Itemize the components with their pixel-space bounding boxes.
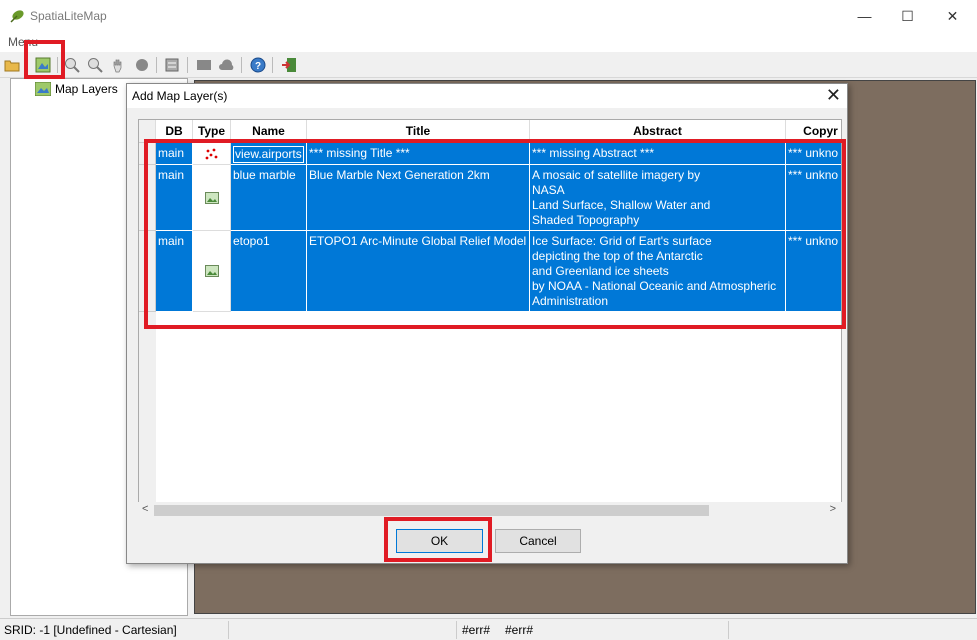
status-separator <box>456 621 457 639</box>
dialog-title-bar: Add Map Layer(s) ✕ <box>127 84 847 108</box>
dialog-close-button[interactable]: ✕ <box>826 85 841 106</box>
toolbar-separator <box>187 57 188 73</box>
pan-hand-icon[interactable] <box>109 56 127 74</box>
circle-icon[interactable] <box>133 56 151 74</box>
status-bar: SRID: -1 [Undefined - Cartesian] #err# #… <box>0 618 977 640</box>
close-window-button[interactable]: ✕ <box>930 0 975 32</box>
info-icon[interactable]: ? <box>249 56 267 74</box>
highlight-ok-button <box>384 517 492 562</box>
status-separator <box>728 621 729 639</box>
svg-text:?: ? <box>255 61 261 72</box>
scroll-left-arrow-icon[interactable]: < <box>142 503 148 515</box>
status-err-2: #err# <box>505 623 534 637</box>
scroll-right-arrow-icon[interactable]: > <box>830 503 836 515</box>
cancel-button[interactable]: Cancel <box>495 529 581 553</box>
tree-root-label: Map Layers <box>55 82 118 96</box>
cloud-icon[interactable] <box>218 56 236 74</box>
toolbar-separator <box>272 57 273 73</box>
settings-icon[interactable] <box>163 56 181 74</box>
toolbar-separator <box>156 57 157 73</box>
open-folder-icon[interactable] <box>3 56 21 74</box>
tree-root-map-layers[interactable]: Map Layers <box>35 82 118 96</box>
toolbar: ? <box>0 52 977 78</box>
grid-empty-area <box>139 312 156 502</box>
toolbar-separator <box>241 57 242 73</box>
exit-icon[interactable] <box>280 56 298 74</box>
maximize-button[interactable]: ☐ <box>885 0 930 32</box>
highlight-add-layer-button <box>24 40 65 79</box>
zoom-out-icon[interactable] <box>86 56 104 74</box>
srid-status: SRID: -1 [Undefined - Cartesian] <box>4 623 177 637</box>
window-title: SpatiaLiteMap <box>30 9 107 23</box>
status-separator <box>228 621 229 639</box>
title-bar: SpatiaLiteMap — ☐ ✕ <box>0 0 977 32</box>
map-layers-icon <box>35 82 51 96</box>
square-icon[interactable] <box>195 56 213 74</box>
scrollbar-thumb[interactable] <box>154 505 709 516</box>
minimize-button[interactable]: — <box>842 0 887 32</box>
leaf-icon <box>10 10 24 23</box>
menu-bar: Menu <box>0 32 977 52</box>
status-err-1: #err# <box>462 623 491 637</box>
zoom-in-icon[interactable] <box>63 56 81 74</box>
highlight-layer-rows <box>144 139 846 329</box>
dialog-title: Add Map Layer(s) <box>132 89 228 103</box>
